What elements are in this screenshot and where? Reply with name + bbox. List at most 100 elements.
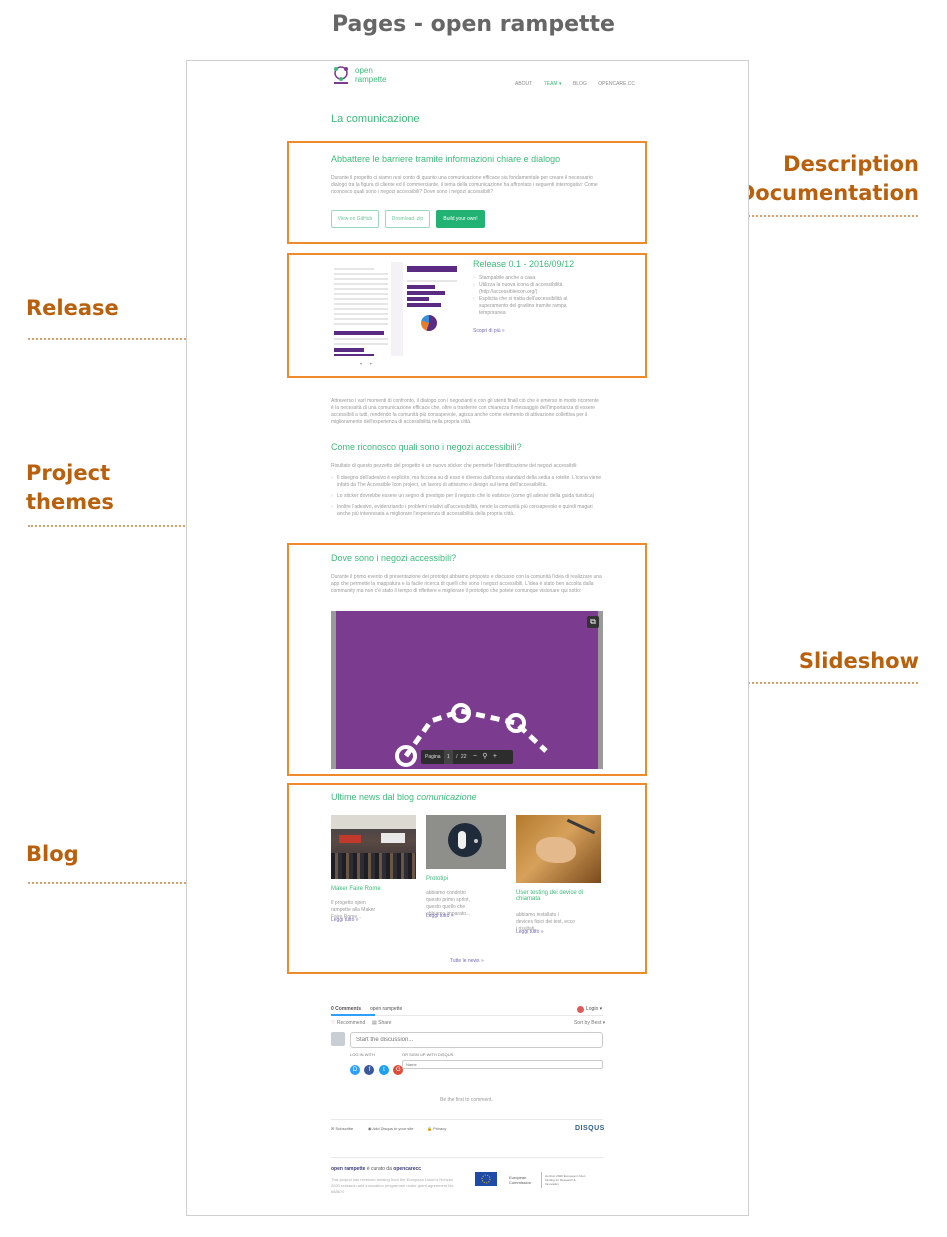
comments-tab-site[interactable]: open rampette (370, 1006, 402, 1012)
popout-icon[interactable]: ⧉ (587, 616, 599, 628)
subscribe-link[interactable]: ✉ Subscribe (331, 1126, 353, 1131)
blog-card-image[interactable] (516, 815, 601, 883)
share-icon: ▤ (372, 1020, 377, 1026)
themes-list: Il disegno dell'adesivo è esplicito, ma … (331, 475, 603, 518)
release-feature-item: Stampabile anche a casa (473, 275, 583, 282)
release-more-link[interactable]: Scopri di più » (473, 328, 505, 334)
blog-heading: Ultime news dal blog comunicazione (331, 792, 477, 802)
blog-card-title[interactable]: Maker Faire Rome (331, 886, 381, 892)
description-body: Durante il progetto ci siamo resi conto … (331, 175, 598, 195)
comments-footer-divider (331, 1119, 603, 1120)
release-feature-list: Stampabile anche a casa Utilizza la nuov… (473, 275, 583, 317)
toolbar-page-label: Pagina (425, 754, 441, 760)
main-nav: ABOUT TEAM ▾ BLOG OPENCARE.CC (508, 72, 635, 90)
eu-commission-label: European Commission (509, 1175, 532, 1185)
footer-divider (331, 1157, 603, 1158)
callout-description: Description Documentation (738, 150, 919, 208)
slideshow-toolbar: Pagina 1 / 22 − ⚲ + (421, 750, 513, 764)
callout-themes-line1: Project (26, 461, 111, 485)
blog-card-image[interactable] (426, 815, 506, 869)
disqus-logo[interactable]: DISQUS (575, 1125, 605, 1132)
blog-card-title[interactable]: User testing dei device di chiamata (516, 890, 596, 902)
footer-logo-divider (541, 1172, 542, 1188)
disqus-icon: ◉ (368, 1126, 372, 1131)
nav-about[interactable]: ABOUT (515, 81, 532, 87)
total-pages: 22 (460, 754, 467, 760)
nav-blog[interactable]: BLOG (573, 81, 587, 87)
sign-up-disqus-label: OR SIGN UP WITH DISQUS (402, 1052, 454, 1057)
blog-card-image[interactable] (331, 815, 416, 879)
blog-heading-category: comunicazione (416, 792, 477, 802)
login-button[interactable]: Login ▾ (586, 1006, 602, 1012)
disqus-login-icon[interactable]: D (350, 1065, 360, 1075)
heart-icon: ♡ (331, 1020, 336, 1026)
avatar (331, 1032, 345, 1046)
mail-icon: ✉ (331, 1126, 335, 1131)
footer-curator[interactable]: opencarecc (393, 1166, 421, 1172)
social-login-buttons: D f t G (350, 1058, 404, 1076)
share-label: Share (378, 1020, 392, 1026)
themes-item: Il disegno dell'adesivo è esplicito, ma … (331, 475, 603, 489)
search-icon[interactable]: ⚲ (482, 753, 487, 760)
blog-heading-text: Ultime news dal blog (331, 792, 415, 802)
view-on-github-button[interactable]: View on GitHub (331, 210, 379, 228)
add-disqus-label: Add Disqus to your site (372, 1126, 414, 1131)
page-title: La comunicazione (331, 113, 420, 125)
twitter-login-icon[interactable]: t (378, 1065, 389, 1075)
page-number-input[interactable]: 1 (443, 750, 453, 764)
release-preview-image[interactable] (331, 262, 461, 356)
nav-team[interactable]: TEAM ▾ (544, 81, 562, 87)
callout-themes-line2: themes (26, 490, 114, 514)
build-your-own-button[interactable]: Build your own! (436, 210, 485, 228)
privacy-link[interactable]: 🔒 Privacy (427, 1126, 446, 1131)
name-field[interactable] (402, 1060, 603, 1069)
recommend-button[interactable]: ♡ Recommend (331, 1020, 365, 1026)
blog-card-title[interactable]: Prototipi (426, 876, 448, 882)
themes-item: Lo sticker dovrebbe essere un segno di p… (331, 493, 603, 500)
callout-release: Release (26, 296, 119, 320)
eu-flag-icon (475, 1172, 497, 1186)
add-disqus-link[interactable]: ◉ Add Disqus to your site (368, 1126, 414, 1131)
facebook-login-icon[interactable]: f (364, 1065, 375, 1075)
subscribe-label: Subscribe (335, 1126, 354, 1131)
description-heading: Abbattere le barriere tramite informazio… (331, 154, 561, 164)
callout-slideshow: Slideshow (798, 649, 919, 673)
blog-card-link[interactable]: Leggi tutto » (331, 917, 359, 923)
zoom-out-button[interactable]: − (473, 753, 477, 760)
sort-dropdown[interactable]: Sort by Best ▾ (574, 1020, 605, 1026)
release-title: Release 0.1 - 2016/09/12 (473, 259, 575, 269)
themes-lead: Risultato di questo pezzetto del progett… (331, 463, 578, 469)
slideshow-viewer[interactable]: ⧉ Pagina 1 / 22 − ⚲ + (331, 611, 603, 769)
logo-icon[interactable] (331, 64, 351, 86)
toolbar-separator: / (456, 754, 458, 760)
privacy-label: Privacy (433, 1126, 447, 1131)
footer-curated-by: è curato da (366, 1166, 392, 1172)
download-zip-button[interactable]: Download .zip (385, 210, 430, 228)
recommend-label: Recommend (336, 1020, 366, 1026)
slideshow-heading: Dove sono i negozi accessibili? (331, 553, 457, 563)
footer-funding-text: This project has received funding from t… (331, 1177, 454, 1194)
figure-title: Pages - open rampette (332, 12, 615, 37)
be-first-text: Be the first to comment. (440, 1097, 493, 1103)
logo-text-line2: rampette (355, 75, 387, 84)
comment-input[interactable] (350, 1032, 603, 1048)
callout-blog: Blog (26, 842, 79, 866)
comments-tab-count[interactable]: 0 Comments (331, 1006, 361, 1012)
nav-opencare[interactable]: OPENCARE.CC (598, 81, 635, 87)
themes-intro: Attraverso i vari momenti di confronto, … (331, 398, 599, 425)
logo-text[interactable]: open rampette (355, 66, 387, 84)
all-news-link[interactable]: Tutte le news » (450, 958, 484, 964)
release-feature-item: Utilizza la nuova icona di accessibilità… (473, 282, 583, 296)
zoom-in-button[interactable]: + (493, 753, 497, 760)
carousel-dots[interactable]: • • (360, 362, 375, 368)
blog-card-link[interactable]: Leggi tutto » (426, 913, 454, 919)
share-button[interactable]: ▤ Share (372, 1020, 391, 1026)
lock-icon: 🔒 (427, 1126, 432, 1131)
login-avatar-icon (577, 1006, 584, 1013)
slideshow-body: Durante il primo evento di presentazione… (331, 574, 602, 594)
blog-card-link[interactable]: Leggi tutto » (516, 929, 544, 935)
logo-text-line1: open (355, 66, 373, 75)
footer-curated: open rampette è curato da opencarecc (331, 1166, 421, 1172)
log-in-with-label: LOG IN WITH (350, 1052, 375, 1057)
footer-project-name[interactable]: open rampette (331, 1166, 365, 1172)
